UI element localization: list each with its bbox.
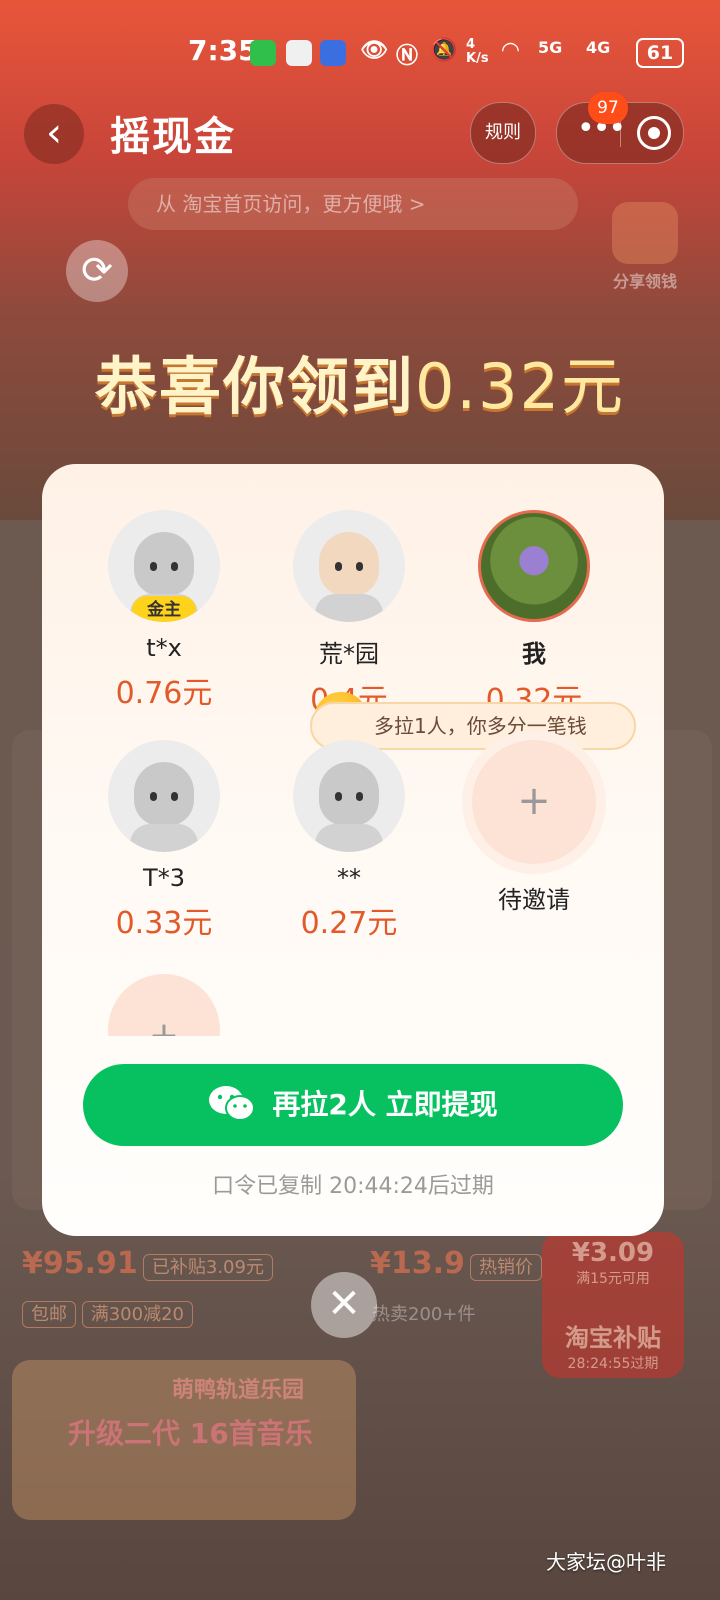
avatar-face <box>319 532 379 596</box>
avatar-body <box>130 824 198 852</box>
red-packet-icon <box>612 202 678 264</box>
member-amount: 0.33元 <box>115 906 213 941</box>
wifi-icon: ◠ <box>502 38 519 63</box>
avatar <box>293 510 405 622</box>
invite-slot[interactable]: + 待邀请 <box>454 740 614 915</box>
member-card: 金主 t*x 0.76元 <box>84 510 244 712</box>
invite-slot-partial[interactable]: + <box>108 974 220 1036</box>
home-access-tip[interactable]: 从 淘宝首页访问，更方便哦 > <box>128 178 578 230</box>
cta-label: 再拉2人 立即提现 <box>272 1088 498 1121</box>
mute-icon: 🔕 <box>430 38 458 63</box>
expire-note: 口令已复制 20:44:24后过期 <box>212 1174 494 1199</box>
taobao-icon <box>286 40 312 66</box>
member-name: ** <box>337 864 361 892</box>
taobao-subsidy-card: ¥3.09 满15元可用 淘宝补贴 28:24:55过期 <box>542 1232 684 1378</box>
notification-badge: 97 <box>588 92 628 124</box>
close-miniapp-icon[interactable] <box>637 116 671 150</box>
capsule-divider <box>620 119 621 147</box>
share-earn-entry[interactable]: 分享领钱 <box>608 202 682 292</box>
self-avatar-photo <box>478 510 590 622</box>
rules-button[interactable]: 规则 <box>470 102 536 164</box>
invite-label: 待邀请 <box>498 886 570 914</box>
member-name: 我 <box>522 640 546 668</box>
hot-price-tag: 热销价 <box>470 1254 542 1281</box>
product-price: ¥95.91 <box>22 1246 138 1281</box>
member-name: 荒*园 <box>319 640 379 668</box>
add-member-icon[interactable]: + <box>108 974 220 1036</box>
avatar-body <box>315 594 383 622</box>
invite-withdraw-button[interactable]: 再拉2人 立即提现 <box>83 1064 623 1146</box>
wechat-icon <box>209 1086 256 1121</box>
nfc-icon: Ⓝ <box>396 44 419 69</box>
subsidy-tag: 已补贴3.09元 <box>142 1254 273 1281</box>
close-modal-button[interactable]: ✕ <box>311 1272 377 1338</box>
discount-tag: 满300减20 <box>81 1301 193 1328</box>
add-member-icon[interactable]: + <box>472 740 596 864</box>
product-price-row-2: ¥13.9 热销价 <box>370 1246 542 1281</box>
subsidy-condition: 满15元可用 <box>576 1271 650 1287</box>
avatar <box>293 740 405 852</box>
avatar <box>108 740 220 852</box>
subsidy-expiry: 28:24:55过期 <box>567 1356 659 1372</box>
sold-count: 热卖200+件 <box>372 1304 476 1325</box>
product-price-2: ¥13.9 <box>370 1246 465 1281</box>
signal-4g: 4G <box>586 38 611 57</box>
subsidy-amount: ¥3.09 <box>571 1238 655 1268</box>
member-name: t*x <box>146 634 182 662</box>
net-speed: 4 K/s <box>466 37 489 66</box>
member-amount: 0.27元 <box>300 906 398 941</box>
avatar-face <box>319 762 379 826</box>
status-time: 7:35 <box>188 34 258 67</box>
back-button[interactable]: ‹ <box>24 104 84 164</box>
avatar-face <box>134 762 194 826</box>
member-card: ** 0.27元 <box>269 740 429 942</box>
group-share-modal: 金主 t*x 0.76元 荒*园 0.4元 我 0.32元 多拉1人，你多分一笔… <box>42 464 664 1236</box>
member-card: 荒*园 0.4元 <box>269 510 429 719</box>
member-card: T*3 0.33元 <box>84 740 244 942</box>
member-card-self: 我 0.32元 <box>454 510 614 719</box>
avatar: 金主 <box>108 510 220 622</box>
free-ship-tag: 包邮 <box>22 1301 76 1328</box>
member-name: T*3 <box>143 864 185 892</box>
share-label: 分享领钱 <box>612 272 677 291</box>
product-tags-row-1: 包邮 满300减20 <box>22 1300 193 1328</box>
banner-title: 萌鸭轨道乐园 <box>172 1378 305 1403</box>
congrats-prefix: 恭喜你领到 <box>94 350 415 423</box>
banner-subtitle: 升级二代 16首音乐 <box>68 1417 313 1450</box>
avatar-face <box>134 532 194 596</box>
page-title: 摇现金 <box>110 114 236 160</box>
product-price-row-1: ¥95.91 已补贴3.09元 <box>22 1246 273 1281</box>
congrats-amount: 0.32元 <box>414 350 626 423</box>
avatar-body <box>315 824 383 852</box>
refresh-icon[interactable]: ⟳ <box>66 240 128 302</box>
watermark: 大家坛@叶非 <box>546 1550 666 1574</box>
status-bar: 7:35 👁 Ⓝ 🔕 4 K/s ◠ 5G 4G 61 <box>0 34 720 74</box>
signal-5g: 5G <box>538 38 563 57</box>
subsidy-title: 淘宝补贴 <box>565 1324 661 1352</box>
battery-indicator: 61 <box>636 38 684 68</box>
host-badge: 金主 <box>132 596 196 622</box>
wechat-icon <box>250 40 276 66</box>
promo-banner: 萌鸭轨道乐园 升级二代 16首音乐 <box>12 1360 356 1520</box>
eye-icon: 👁 <box>360 38 388 63</box>
congrats-headline: 恭喜你领到0.32元 <box>0 336 720 426</box>
member-amount: 0.76元 <box>115 676 213 711</box>
app-icon <box>320 40 346 66</box>
